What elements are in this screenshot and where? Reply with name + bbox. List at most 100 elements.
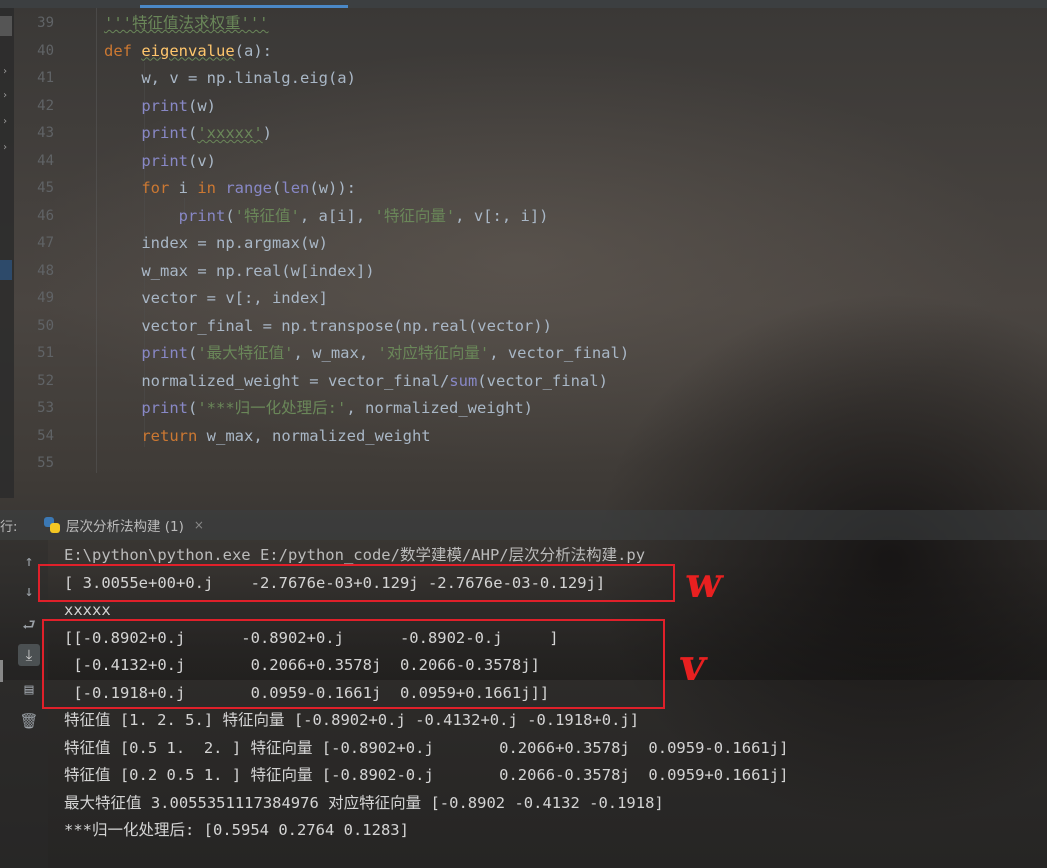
code-token: , vector_final) (489, 344, 630, 362)
code-token: ( (272, 179, 282, 197)
chevron-right-icon[interactable]: › (2, 116, 8, 127)
line-number: 43 (37, 125, 54, 141)
line-number: 51 (37, 345, 54, 361)
run-tool-window-header: 行: 层次分析法构建 (1) × (0, 510, 1047, 540)
code-line[interactable]: print('最大特征值', w_max, '对应特征向量', vector_f… (104, 340, 629, 367)
code-token: '特征值' (234, 206, 300, 225)
trash-icon[interactable]: 🗑 (18, 710, 40, 732)
code-token: ) (262, 124, 273, 142)
code-token: '***归一化处理后:' (197, 399, 347, 417)
line-number: 49 (37, 290, 54, 306)
code-token: (w)): (309, 179, 357, 197)
code-token: w_max = np.real(w[index]) (104, 261, 375, 280)
editor-tab-strip (0, 0, 1047, 8)
code-token: i (169, 179, 198, 197)
code-line[interactable]: vector = v[:, index] (104, 285, 328, 312)
code-token: index = np.argmax(w) (104, 234, 328, 252)
console-output-line: 特征值 [0.2 0.5 1. ] 特征向量 [-0.8902-0.j 0.20… (64, 766, 789, 784)
code-line[interactable]: w_max = np.real(w[index]) (104, 258, 375, 285)
code-token: print (141, 96, 188, 115)
code-token: ( (188, 124, 198, 142)
code-token: (vector_final) (477, 371, 608, 390)
code-token: def (104, 41, 142, 60)
code-line[interactable]: print('特征值', a[i], '特征向量', v[:, i]) (104, 203, 549, 230)
code-token: '特征向量' (374, 206, 456, 225)
code-token: print (141, 124, 188, 142)
print-icon[interactable]: ▤ (18, 678, 40, 700)
line-number: 47 (37, 235, 54, 251)
code-token: return (141, 426, 198, 445)
line-number: 45 (37, 180, 54, 196)
line-number: 53 (37, 400, 54, 416)
line-number: 54 (37, 427, 54, 444)
code-token: ( (188, 344, 198, 362)
run-tab[interactable]: 层次分析法构建 (1) × (38, 512, 210, 538)
arrow-down-icon[interactable]: ↓ (18, 580, 40, 602)
console-output-line: 最大特征值 3.0055351117384976 对应特征向量 [-0.8902… (64, 793, 664, 812)
line-number: 41 (37, 70, 54, 86)
chevron-right-icon[interactable]: › (2, 66, 8, 77)
code-line[interactable]: index = np.argmax(w) (104, 230, 328, 257)
line-number: 50 (37, 317, 54, 334)
code-token: print (141, 151, 188, 170)
highlight-box-v (42, 619, 665, 709)
code-line[interactable]: vector_final = np.transpose(np.real(vect… (104, 313, 552, 340)
code-line[interactable]: print('xxxxx') (104, 120, 272, 147)
code-line[interactable]: def eigenvalue(a): (104, 38, 272, 65)
code-token: ( (188, 399, 198, 417)
run-tab-title: 层次分析法构建 (1) (66, 519, 184, 535)
code-token: sum (449, 371, 478, 390)
code-token: (v) (188, 151, 216, 170)
code-token: (w) (188, 96, 216, 115)
line-number: 55 (37, 455, 54, 471)
scroll-to-end-icon[interactable]: ⤓ (18, 644, 40, 666)
code-token: , v[:, i]) (455, 206, 549, 225)
code-editor[interactable]: 39 40 41 42 43 44 45 46 47 48 49 50 51 52 53 54 55 '''特征… (14, 8, 1047, 498)
tool-strip-marker (0, 16, 12, 36)
line-number: 39 (37, 15, 54, 31)
arrow-up-icon[interactable]: ↑ (18, 550, 40, 572)
highlight-box-w (38, 564, 675, 602)
annotation-w-label: w (682, 558, 726, 607)
code-token: w, v = np.linalg.eig(a) (104, 69, 356, 87)
project-tool-strip: › › › › (0, 8, 14, 498)
line-number: 52 (37, 372, 54, 389)
code-line[interactable]: print(w) (104, 93, 216, 120)
soft-wrap-icon[interactable]: ⮐ (18, 614, 40, 636)
code-token: w_max, normalized_weight (197, 426, 431, 445)
code-line[interactable]: normalized_weight = vector_final/sum(vec… (104, 368, 608, 395)
code-line[interactable]: print('***归一化处理后:', normalized_weight) (104, 395, 533, 422)
code-token: for (141, 179, 170, 197)
code-token: '''特征值法求权重''' (104, 14, 269, 32)
code-line[interactable]: '''特征值法求权重''' (104, 10, 269, 37)
close-icon[interactable]: × (194, 518, 204, 532)
code-line[interactable]: w, v = np.linalg.eig(a) (104, 65, 356, 92)
code-token: vector_final = np.transpose(np.real(vect… (104, 316, 552, 335)
code-token: (a): (234, 41, 272, 60)
side-marker (0, 660, 3, 682)
console-output-line: 特征值 [1. 2. 5.] 特征向量 [-0.8902+0.j -0.4132… (64, 711, 640, 729)
code-token: range (225, 179, 273, 197)
code-line[interactable]: for i in range(len(w)): (104, 175, 356, 202)
code-line[interactable]: print(v) (104, 148, 216, 175)
code-token: , a[i], (299, 206, 375, 225)
code-token: eigenvalue (141, 41, 235, 60)
console-output-line: ***归一化处理后: [0.5954 0.2764 0.1283] (64, 821, 409, 839)
chevron-right-icon[interactable]: › (2, 90, 8, 101)
code-token: ( (225, 206, 235, 225)
code-token: len (281, 179, 310, 197)
code-line[interactable]: return w_max, normalized_weight (104, 423, 431, 450)
chevron-right-icon[interactable]: › (2, 142, 8, 153)
code-token: , normalized_weight) (346, 399, 533, 417)
line-number: 40 (37, 42, 54, 59)
code-token: print (141, 399, 188, 417)
code-token: print (178, 206, 226, 225)
code-token: '最大特征值' (197, 344, 294, 362)
